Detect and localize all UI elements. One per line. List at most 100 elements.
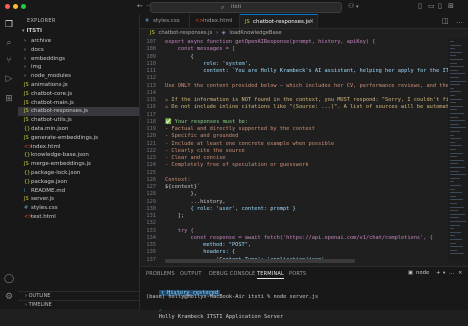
file-item[interactable]: JS generate-embeddings.js: [18, 134, 139, 143]
file-item[interactable]: {}knowledge-base.json: [18, 151, 139, 160]
file-item[interactable]: {}package-lock.json: [18, 169, 139, 178]
tab-output[interactable]: OUTPUT: [180, 271, 202, 277]
file-tree-label: chatbot-utils.js: [31, 117, 72, 124]
minimap-line: [450, 145, 462, 147]
toggle-sidebar-icon[interactable]: ▯: [418, 2, 422, 10]
minimap-line: [450, 213, 465, 215]
file-tree: › archive › docs › embeddings › img › node_module…: [18, 37, 139, 222]
new-terminal-icon[interactable]: +: [436, 270, 440, 276]
minimap-line: [450, 138, 461, 140]
file-tree-label: README.md: [31, 187, 66, 194]
minimap-line: [450, 77, 459, 78]
line-number: 137: [146, 256, 156, 263]
file-item[interactable]: JS animations.js: [18, 81, 139, 90]
file-item[interactable]: JS server.js: [18, 195, 139, 204]
minimap-line: [450, 149, 456, 150]
extensions-icon[interactable]: ⊞: [4, 94, 14, 104]
file-item[interactable]: JS chatbot-main.js: [18, 99, 139, 108]
tab-debug-console[interactable]: DEBUG CONSOLE: [209, 271, 255, 277]
close-panel-icon[interactable]: ×: [458, 270, 462, 276]
minimap-line: [450, 127, 466, 129]
minimap-line: [450, 239, 462, 240]
customize-layout-icon[interactable]: ⊞: [448, 2, 454, 10]
file-tree-label: chatbot-responses.js: [31, 108, 89, 115]
toggle-panel-icon[interactable]: ▭: [428, 2, 435, 10]
chevron-down-icon[interactable]: ▾: [356, 4, 359, 10]
close-tab-icon[interactable]: ×: [309, 15, 314, 29]
terminal-instance-name[interactable]: node: [416, 270, 429, 276]
file-item[interactable]: <>index.html: [18, 143, 139, 152]
minimap-line: [450, 231, 461, 233]
chevron-down-icon[interactable]: ▾: [443, 271, 445, 276]
account-icon[interactable]: ◯: [4, 274, 14, 284]
code-text: Use ONLY the content provided below — wh…: [165, 82, 468, 89]
js-file-icon: JS: [150, 30, 155, 36]
tab-terminal[interactable]: TERMINAL: [257, 271, 285, 279]
outline-section[interactable]: › OUTLINE: [18, 291, 139, 300]
minimap-line: [450, 48, 455, 50]
breadcrumb-file[interactable]: chatbot-responses.js: [158, 30, 212, 36]
file-item[interactable]: <>test.html: [18, 213, 139, 222]
settings-gear-icon[interactable]: ⚙: [4, 292, 14, 302]
files-icon[interactable]: ❐: [4, 20, 14, 30]
horizontal-scrollbar[interactable]: [165, 259, 355, 263]
tab-styles-css[interactable]: # styles.css: [140, 14, 190, 28]
file-item[interactable]: JS merge-embeddings.js: [18, 160, 139, 169]
html-file-icon: <>: [195, 18, 204, 24]
minimap-line: [450, 95, 455, 96]
file-tree-label: package.json: [31, 178, 68, 185]
workspace-root[interactable]: ▾ ITSTI: [22, 28, 42, 34]
minimap-line: [450, 159, 464, 161]
file-tree-label: test.html: [31, 213, 56, 220]
tab-label: index.html: [203, 18, 233, 24]
folder-chevron-icon: ›: [24, 55, 26, 62]
file-tree-label: chatbot-main.js: [31, 99, 74, 106]
file-item[interactable]: JS chatbot-core.js: [18, 90, 139, 99]
folder-item[interactable]: › docs: [18, 46, 139, 55]
more-actions-icon[interactable]: …: [449, 270, 454, 276]
run-debug-icon[interactable]: ▷: [4, 74, 14, 84]
copilot-icon[interactable]: ⚇: [348, 2, 354, 10]
js-file-icon: JS: [24, 108, 29, 115]
breadcrumb-symbol[interactable]: loadKnowledgeBase: [229, 30, 281, 36]
minimap-line: [450, 120, 465, 122]
folder-item[interactable]: › embeddings: [18, 55, 139, 64]
folder-chevron-icon: ›: [24, 46, 26, 53]
command-center-search[interactable]: ⌕ itsti: [150, 2, 342, 13]
tab-chatbot-responses-js[interactable]: JS chatbot-responses.js ×: [240, 14, 318, 28]
toggle-secondary-sidebar-icon[interactable]: ▯: [438, 2, 442, 10]
code-editor[interactable]: 107 export async function getOpenAIRespon…: [140, 38, 468, 263]
split-editor-icon[interactable]: ◫: [442, 17, 449, 25]
tab-label: styles.css: [153, 18, 180, 24]
more-actions-icon[interactable]: …: [456, 17, 463, 25]
close-window-button[interactable]: [5, 4, 10, 9]
search-icon[interactable]: ⌕: [4, 38, 14, 48]
minimap[interactable]: [448, 38, 468, 263]
minimize-window-button[interactable]: [13, 4, 18, 9]
folder-item[interactable]: › node_modules: [18, 72, 139, 81]
file-item[interactable]: # styles.css: [18, 204, 139, 213]
minimap-line: [450, 109, 457, 111]
file-item[interactable]: {}package.json: [18, 178, 139, 187]
tab-problems[interactable]: PROBLEMS: [146, 271, 175, 277]
folder-item[interactable]: › img: [18, 63, 139, 72]
minimap-line: [450, 174, 466, 176]
minimap-line: [450, 102, 456, 104]
file-item[interactable]: i README.md: [18, 187, 139, 196]
terminal-output-line: ✓ Holly Krambeck ITSTI Application Serve…: [146, 302, 283, 326]
minimap-line: [450, 69, 458, 71]
terminal-prompt-line[interactable]: (base) holly@Hollys-MacBook-Air itsti % …: [146, 294, 318, 300]
file-item[interactable]: JS chatbot-responses.js: [18, 107, 139, 117]
source-control-icon[interactable]: ⑂: [4, 56, 14, 66]
folder-item[interactable]: › archive: [18, 37, 139, 46]
tab-index-html[interactable]: <> index.html: [190, 14, 240, 28]
back-arrow-icon[interactable]: ←: [137, 2, 143, 10]
file-item[interactable]: JS chatbot-utils.js: [18, 116, 139, 125]
timeline-section[interactable]: › TIMELINE: [18, 300, 139, 309]
maximize-window-button[interactable]: [21, 4, 26, 9]
file-item[interactable]: {}data.min.json: [18, 125, 139, 134]
tab-ports[interactable]: PORTS: [289, 271, 306, 277]
command-center-text: itsti: [231, 4, 242, 10]
css-file-icon: #: [145, 18, 150, 24]
bottom-panel: PROBLEMS OUTPUT DEBUG CONSOLE TERMINAL P…: [140, 266, 468, 320]
